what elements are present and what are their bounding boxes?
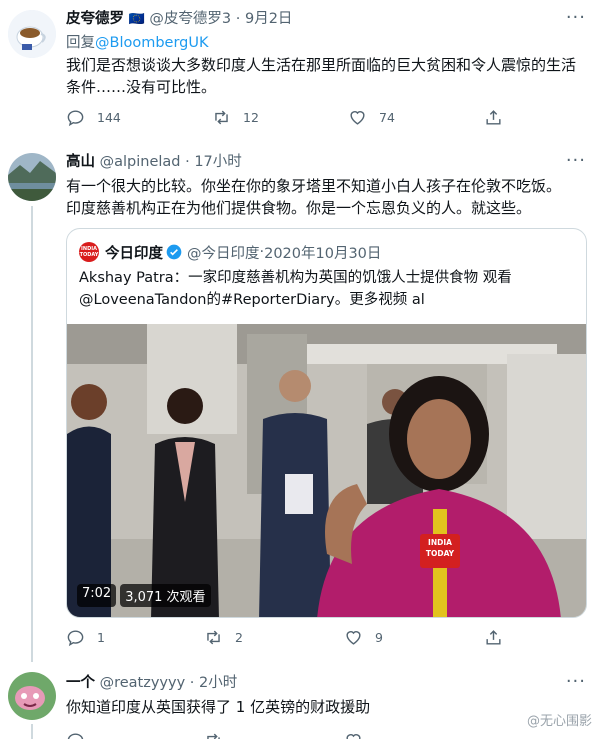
reply-to-link[interactable]: @BloombergUK (95, 35, 209, 51)
eu-flag-icon: 🇪🇺 (128, 12, 145, 27)
share-icon (486, 630, 501, 645)
action-bar (66, 731, 586, 739)
mic-flag-label: INDIA TODAY (420, 537, 460, 559)
timestamp[interactable]: 9月2日 (245, 11, 292, 27)
video-info-badge: 7:02 3,071 次观看 (77, 584, 211, 607)
tweet-text-line-2: 印度慈善机构正在为他们提供食物。你是一个忘恩负义的人。就这些。 (66, 199, 532, 217)
quoted-author-handle[interactable]: @今日印度 (187, 242, 260, 263)
thread-line (31, 206, 33, 662)
reply-icon (67, 630, 84, 647)
reply-icon (67, 110, 84, 127)
separator-dot: · (185, 154, 190, 170)
separator-dot: · (189, 675, 195, 691)
tweet-text-line-1: 有一个很大的比较。你坐在你的象牙塔里不知道小白人孩子在伦敦不吃饭。 (66, 177, 562, 195)
mic-flag-text-2: TODAY (425, 549, 455, 558)
reply-count: 1 (97, 630, 105, 645)
author-name[interactable]: 一个 (66, 675, 95, 691)
more-options-icon[interactable]: ··· (566, 673, 586, 691)
reply-context: 回复@BloombergUK (66, 32, 209, 54)
more-options-icon[interactable]: ··· (566, 9, 586, 27)
mountain-lake-avatar-icon (8, 153, 56, 201)
logo-text-2: TODAY (79, 252, 99, 258)
verified-badge-icon (166, 244, 182, 260)
retweet-icon (207, 733, 220, 739)
tweet-text: 我们是否想谈谈大多数印度人生活在那里所面临的巨大贫困和令人震惊的生活条件……没有… (66, 56, 577, 96)
heart-icon (350, 111, 365, 125)
cartoon-avatar-icon (8, 672, 56, 720)
retweet-icon (207, 630, 220, 645)
reply-button[interactable] (66, 731, 97, 739)
video-thumbnail (67, 324, 586, 617)
avatar[interactable] (8, 10, 56, 58)
more-options-icon[interactable]: ··· (566, 152, 586, 170)
tweet-text: 你知道印度从英国获得了 1 亿英镑的财政援助 (66, 698, 371, 716)
like-button[interactable] (344, 731, 375, 739)
author-handle[interactable]: @皮夸德罗3 (149, 11, 231, 27)
retweet-count: 2 (235, 630, 243, 645)
reply-button[interactable]: 1 (66, 628, 117, 647)
author-handle[interactable]: @alpinelad (100, 154, 181, 170)
share-button[interactable] (484, 108, 515, 127)
timestamp[interactable]: 2小时 (199, 675, 237, 691)
avatar[interactable] (8, 672, 56, 720)
tweet-1[interactable]: 皮夸德罗 🇪🇺 @皮夸德罗3 · 9月2日 ··· 回复@BloombergUK… (0, 0, 600, 142)
video-views: 3,071 次观看 (120, 584, 211, 607)
reply-prefix: 回复 (66, 35, 95, 51)
retweet-button[interactable] (204, 731, 235, 739)
author-name[interactable]: 高山 (66, 154, 95, 170)
heart-icon (346, 734, 361, 739)
india-today-logo[interactable]: INDIA TODAY (79, 242, 99, 262)
reply-count: 144 (97, 110, 121, 125)
video-duration: 7:02 (77, 584, 117, 607)
retweet-button[interactable]: 12 (212, 108, 263, 127)
quoted-timestamp[interactable]: 2020年10月30日 (264, 242, 381, 263)
like-count: 9 (375, 630, 383, 645)
like-button[interactable]: 9 (344, 628, 395, 647)
tweet-3[interactable]: 一个 @reatzyyyy · 2小时 ··· 你知道印度从英国获得了 1 亿英… (0, 662, 600, 739)
thread-line (31, 724, 33, 739)
author-handle[interactable]: @reatzyyyy (100, 675, 186, 691)
timestamp[interactable]: 17小时 (194, 154, 241, 170)
watermark: @无心围影 (526, 714, 592, 729)
video-player[interactable]: INDIA TODAY 7:02 3,071 次观看 (67, 324, 586, 617)
heart-icon (346, 631, 361, 645)
separator-dot: · (235, 11, 241, 27)
author-name[interactable]: 皮夸德罗 (66, 11, 124, 27)
retweet-icon (215, 110, 228, 125)
reply-button[interactable]: 144 (66, 108, 121, 127)
avatar[interactable] (8, 153, 56, 201)
coffee-cup-avatar-icon (8, 10, 56, 58)
quoted-tweet-card[interactable]: INDIA TODAY 今日印度 @今日印度 · 2020年10月30日 Aks… (66, 228, 587, 618)
action-bar: 144 12 74 (66, 108, 586, 130)
action-bar: 1 2 9 (66, 628, 586, 650)
quoted-author-name[interactable]: 今日印度 (105, 242, 163, 263)
share-button[interactable] (484, 628, 515, 647)
like-button[interactable]: 74 (348, 108, 399, 127)
share-icon (486, 110, 501, 125)
quoted-tweet-text: Akshay Patra：一家印度慈善机构为英国的饥饿人士提供食物 观看@Lov… (79, 270, 512, 308)
mic-flag-text-1: INDIA (428, 538, 452, 547)
like-count: 74 (379, 110, 395, 125)
retweet-button[interactable]: 2 (204, 628, 255, 647)
retweet-count: 12 (243, 110, 259, 125)
reply-icon (67, 733, 84, 739)
